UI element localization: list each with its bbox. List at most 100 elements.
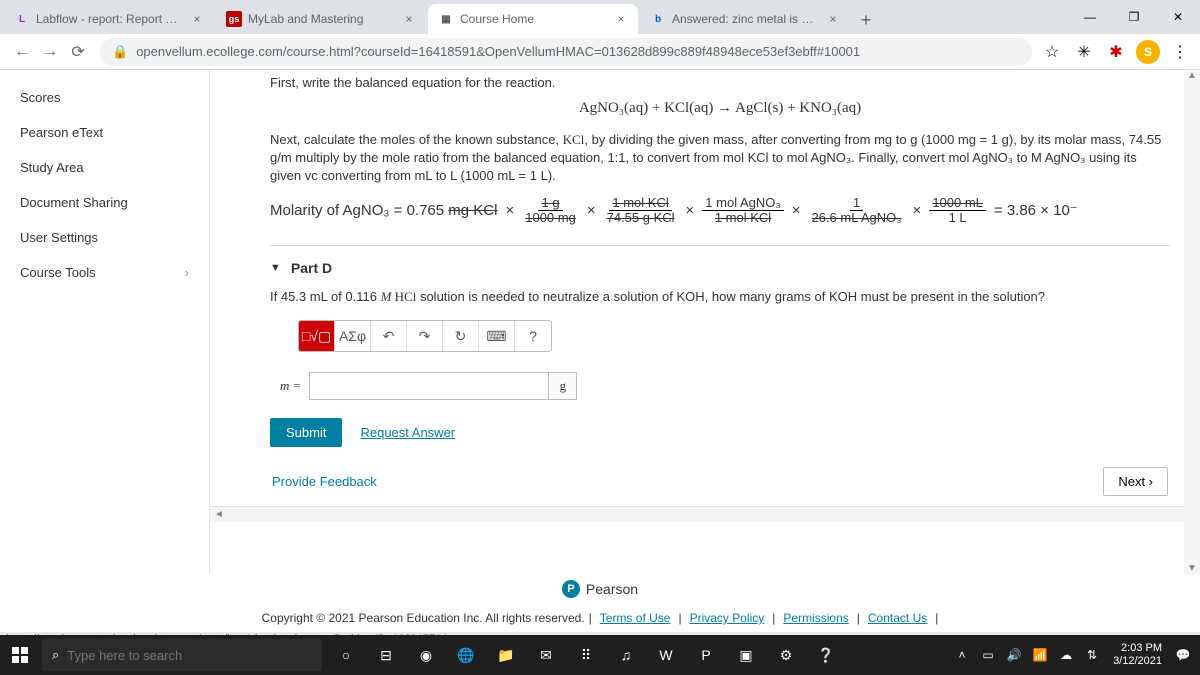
submit-row: Submit Request Answer — [270, 418, 1170, 447]
powerpoint-icon[interactable]: P — [686, 635, 726, 675]
submit-button[interactable]: Submit — [270, 418, 342, 447]
lock-icon: 🔒 — [112, 44, 128, 60]
tab-favicon: L — [14, 11, 30, 27]
address-bar: ← → ⟳ 🔒 openvellum.ecollege.com/course.h… — [0, 34, 1200, 70]
tab-close-icon[interactable]: × — [190, 12, 204, 26]
horizontal-scrollbar[interactable]: ◄► — [210, 506, 1200, 522]
sidebar-item-sharing[interactable]: Document Sharing — [0, 185, 209, 220]
redo-tool[interactable]: ↷ — [407, 321, 443, 351]
dropbox-icon[interactable]: ⠿ — [566, 635, 606, 675]
divider — [270, 245, 1170, 246]
pearson-logo-icon: P — [562, 580, 580, 598]
chrome-icon[interactable]: ◉ — [406, 635, 446, 675]
browser-tab-active[interactable]: ▦ Course Home × — [428, 4, 638, 34]
url-input[interactable]: 🔒 openvellum.ecollege.com/course.html?co… — [100, 38, 1032, 66]
feedback-row: Provide Feedback Next › — [270, 467, 1170, 496]
privacy-link[interactable]: Privacy Policy — [690, 611, 765, 625]
search-input[interactable] — [67, 648, 312, 663]
chevron-right-icon: › — [185, 265, 189, 280]
part-d-header[interactable]: ▼ Part D — [270, 260, 1170, 276]
copyright-bar: Copyright © 2021 Pearson Education Inc. … — [0, 604, 1200, 632]
sidebar-item-study[interactable]: Study Area — [0, 150, 209, 185]
bookmark-icon[interactable]: ☆ — [1040, 40, 1064, 64]
balanced-equation: AgNO₃(aq) + KCl(aq) → AgCl(s) + KNO₃(aq) — [270, 100, 1170, 117]
tray-chevron-icon[interactable]: ˄ — [949, 635, 975, 675]
restore-button[interactable]: ❐ — [1112, 0, 1156, 34]
notifications-icon[interactable]: 💬 — [1170, 635, 1196, 675]
provide-feedback-link[interactable]: Provide Feedback — [272, 474, 377, 489]
profile-avatar[interactable]: S — [1136, 40, 1160, 64]
tab-close-icon[interactable]: × — [826, 12, 840, 26]
next-button[interactable]: Next › — [1103, 467, 1168, 496]
reset-tool[interactable]: ↻ — [443, 321, 479, 351]
keyboard-tool[interactable]: ⌨ — [479, 321, 515, 351]
spotify-icon[interactable]: ♫ — [606, 635, 646, 675]
request-answer-link[interactable]: Request Answer — [360, 425, 455, 440]
terms-link[interactable]: Terms of Use — [600, 611, 671, 625]
equation-toolbar: □√▢ ΑΣφ ↶ ↷ ↻ ⌨ ? — [298, 320, 552, 352]
explorer-icon[interactable]: 📁 — [486, 635, 526, 675]
volume-icon[interactable]: 🔊 — [1001, 635, 1027, 675]
sidebar-item-tools[interactable]: Course Tools› — [0, 255, 209, 290]
tab-favicon: gs — [226, 11, 242, 27]
tab-close-icon[interactable]: × — [614, 12, 628, 26]
new-tab-button[interactable]: + — [852, 6, 880, 34]
sidebar-item-scores[interactable]: Scores — [0, 80, 209, 115]
tab-title: Answered: zinc metal is added to — [672, 12, 820, 26]
edge-icon[interactable]: 🌐 — [446, 635, 486, 675]
browser-tab[interactable]: L Labflow - report: Report and Dat × — [4, 4, 214, 34]
reload-button[interactable]: ⟳ — [64, 38, 92, 66]
browser-tab-bar: L Labflow - report: Report and Dat × gs … — [0, 0, 1200, 34]
back-button[interactable]: ← — [8, 38, 36, 66]
extension-icon[interactable]: ✱ — [1104, 40, 1128, 64]
browser-tab[interactable]: gs MyLab and Mastering × — [216, 4, 426, 34]
minimize-button[interactable]: ― — [1068, 0, 1112, 34]
help-icon[interactable]: ❔ — [806, 635, 846, 675]
undo-tool[interactable]: ↶ — [371, 321, 407, 351]
tab-favicon: b — [650, 11, 666, 27]
system-tray: ˄ ▭ 🔊 📶 ☁ ⇅ 2:03 PM 3/12/2021 💬 — [949, 635, 1200, 675]
molarity-calculation: Molarity of AgNO₃ = 0.765 mg KCl × 1 g10… — [270, 196, 1170, 226]
network-icon[interactable]: 📶 — [1027, 635, 1053, 675]
windows-taskbar: ⌕ ○ ⊟ ◉ 🌐 📁 ✉ ⠿ ♫ W P ▣ ⚙ ❔ ˄ ▭ 🔊 📶 ☁ ⇅ … — [0, 635, 1200, 675]
answer-row: m = g — [280, 372, 1170, 400]
battery-icon[interactable]: ▭ — [975, 635, 1001, 675]
tab-close-icon[interactable]: × — [402, 12, 416, 26]
template-tool[interactable]: □√▢ — [299, 321, 335, 351]
window-controls: ― ❐ ✕ — [1068, 0, 1200, 34]
mail-icon[interactable]: ✉ — [526, 635, 566, 675]
tab-title: Course Home — [460, 12, 608, 26]
answer-unit: g — [549, 372, 577, 400]
sidebar-item-settings[interactable]: User Settings — [0, 220, 209, 255]
camera-icon[interactable]: ▣ — [726, 635, 766, 675]
sidebar-item-etext[interactable]: Pearson eText — [0, 115, 209, 150]
taskbar-search[interactable]: ⌕ — [42, 639, 322, 671]
taskview-icon[interactable]: ⊟ — [366, 635, 406, 675]
wifi-icon[interactable]: ⇅ — [1079, 635, 1105, 675]
content-area: First, write the balanced equation for t… — [210, 70, 1200, 574]
browser-tab[interactable]: b Answered: zinc metal is added to × — [640, 4, 850, 34]
taskbar-clock[interactable]: 2:03 PM 3/12/2021 — [1105, 642, 1170, 668]
vertical-scrollbar[interactable]: ▲▼ — [1184, 70, 1200, 574]
settings-icon[interactable]: ⚙ — [766, 635, 806, 675]
question-text: If 45.3 mL of 0.116 M HCl solution is ne… — [270, 288, 1170, 306]
onedrive-icon[interactable]: ☁ — [1053, 635, 1079, 675]
pearson-branding: P Pearson — [0, 574, 1200, 604]
start-button[interactable] — [0, 635, 40, 675]
search-icon: ⌕ — [52, 647, 59, 663]
page-body: Scores Pearson eText Study Area Document… — [0, 70, 1200, 574]
answer-label: m = — [280, 378, 301, 394]
forward-button[interactable]: → — [36, 38, 64, 66]
answer-input[interactable] — [309, 372, 549, 400]
help-tool[interactable]: ? — [515, 321, 551, 351]
tab-favicon: ▦ — [438, 11, 454, 27]
menu-icon[interactable]: ⋮ — [1168, 40, 1192, 64]
greek-tool[interactable]: ΑΣφ — [335, 321, 371, 351]
word-icon[interactable]: W — [646, 635, 686, 675]
contact-link[interactable]: Contact Us — [868, 611, 927, 625]
cortana-icon[interactable]: ○ — [326, 635, 366, 675]
extension-icon[interactable]: ✳ — [1072, 40, 1096, 64]
close-window-button[interactable]: ✕ — [1156, 0, 1200, 34]
permissions-link[interactable]: Permissions — [783, 611, 848, 625]
sidebar: Scores Pearson eText Study Area Document… — [0, 70, 210, 574]
